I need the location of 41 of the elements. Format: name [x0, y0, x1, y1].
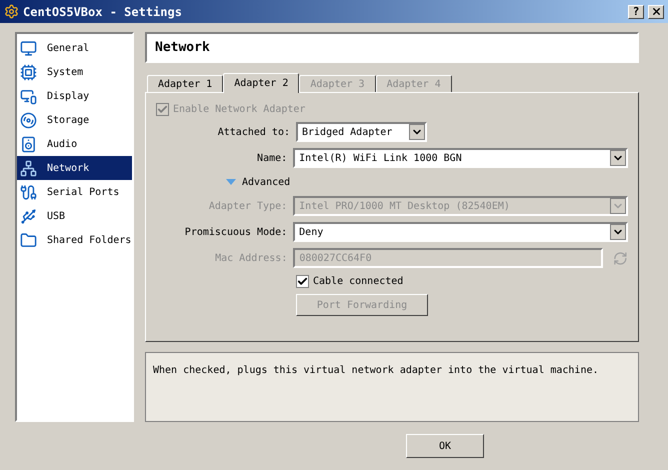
- usb-icon: [20, 208, 37, 224]
- sidebar-item[interactable]: USB: [17, 204, 132, 228]
- checkbox-label: Cable connected: [313, 274, 404, 288]
- speaker-icon: [20, 136, 37, 152]
- sidebar-item[interactable]: Shared Folders: [17, 228, 132, 252]
- window-title: CentOS5VBox - Settings: [23, 4, 183, 20]
- network-icon: [20, 160, 37, 176]
- sidebar-item[interactable]: Display: [17, 84, 132, 108]
- folder-icon: [20, 232, 37, 248]
- close-icon: [650, 6, 662, 17]
- sidebar-item[interactable]: System: [17, 60, 132, 84]
- sidebar-item[interactable]: Storage: [17, 108, 132, 132]
- monitor-icon: [20, 40, 37, 56]
- field-label: Mac Address:: [214, 252, 288, 266]
- gear-icon: [4, 4, 19, 19]
- expander-label[interactable]: Advanced: [242, 174, 290, 190]
- field-label: Promiscuous Mode:: [184, 226, 288, 240]
- chip-icon: [20, 64, 37, 80]
- tab[interactable]: Adapter 2: [223, 73, 300, 93]
- expander-triangle-icon[interactable]: [226, 178, 236, 186]
- sidebar-item[interactable]: Audio: [17, 132, 132, 156]
- field-label: Name:: [256, 152, 288, 166]
- checkbox[interactable]: [296, 274, 309, 288]
- cable-icon: [20, 184, 37, 200]
- dropdown[interactable]: Bridged Adapter: [296, 122, 427, 142]
- disc-icon: [20, 112, 37, 128]
- refresh-icon[interactable]: [613, 250, 628, 266]
- close-button[interactable]: [648, 4, 664, 18]
- sidebar-item[interactable]: Serial Ports: [17, 180, 132, 204]
- sidebar-item[interactable]: General: [17, 36, 132, 60]
- field-label: Attached to:: [216, 126, 291, 140]
- field-label: Adapter Type:: [208, 200, 288, 214]
- sidebar-item[interactable]: Network: [17, 156, 132, 180]
- display-icon: [20, 88, 37, 104]
- description-text: When checked, plugs this virtual network adapter into the virtual machine.: [153, 365, 599, 376]
- help-button[interactable]: ?: [628, 4, 644, 18]
- dropdown[interactable]: Intel(R) WiFi Link 1000 BGN: [293, 148, 628, 168]
- ok-button[interactable]: OK: [406, 434, 484, 458]
- checkbox-label: Enable Network Adapter: [173, 102, 306, 116]
- page-title: Network: [155, 38, 210, 57]
- dropdown[interactable]: Deny: [293, 222, 628, 242]
